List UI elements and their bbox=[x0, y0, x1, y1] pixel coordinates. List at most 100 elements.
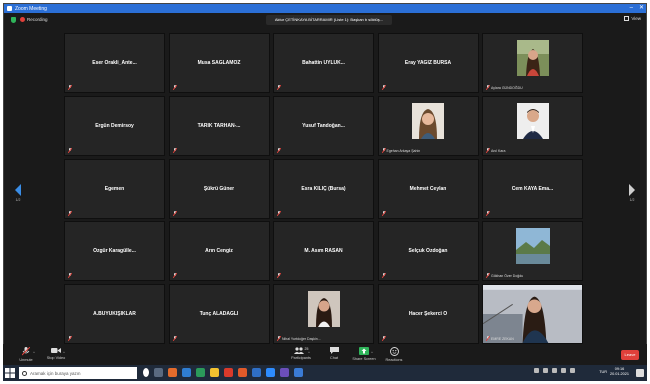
zoom-taskbar-icon[interactable] bbox=[266, 368, 275, 377]
chat-button[interactable]: Chat bbox=[319, 347, 349, 360]
participant-caption: Gökhan Özer Doğdu bbox=[491, 274, 524, 279]
chat-icon bbox=[329, 347, 339, 354]
participant-tile[interactable]: Cem KAYA Ema... bbox=[482, 158, 583, 219]
close-button[interactable]: ✕ bbox=[639, 4, 644, 13]
chevron-up-icon[interactable]: ^ bbox=[63, 350, 65, 355]
office-icon[interactable] bbox=[238, 368, 247, 377]
video-button[interactable]: Stop Video ^ bbox=[41, 347, 71, 360]
arrow-right-icon bbox=[629, 184, 635, 196]
participant-photo bbox=[307, 291, 340, 328]
participant-name: A.BÜYÜKIŞIKLAR bbox=[93, 311, 136, 318]
participant-caption: Egehan Arkaya Şahin bbox=[386, 148, 421, 153]
participant-tile[interactable]: A.BÜYÜKIŞIKLAR bbox=[64, 284, 165, 345]
leave-meeting-button[interactable]: Leave bbox=[621, 350, 639, 360]
input-language[interactable]: TUR bbox=[599, 370, 607, 374]
participant-tile[interactable]: TARIK TARHAN-... bbox=[168, 95, 270, 156]
participant-tile[interactable]: Anıl Kara bbox=[482, 95, 583, 156]
participant-tile[interactable]: Hacer Şekerci Ö bbox=[377, 284, 479, 345]
taskbar-search-input[interactable]: Aramak için buraya yazın bbox=[19, 367, 137, 379]
participant-tile[interactable]: Eser Orakli_Ante... bbox=[64, 33, 165, 93]
excel-icon[interactable] bbox=[196, 368, 205, 377]
participant-tile[interactable]: Tunç ALADAĞLI bbox=[168, 284, 270, 345]
onedrive-icon[interactable] bbox=[570, 368, 575, 373]
participant-tile[interactable]: Mehmet Ceylan bbox=[377, 158, 479, 219]
chevron-up-icon[interactable] bbox=[534, 368, 539, 373]
participant-name: Cem KAYA Ema... bbox=[511, 185, 554, 192]
participant-tile[interactable]: Şükrü Güner bbox=[168, 158, 270, 219]
shield-icon[interactable] bbox=[11, 17, 16, 23]
participant-name: Musa SAĞLAMÖZ bbox=[197, 60, 241, 66]
participant-name: Eser Orakli_Ante... bbox=[92, 60, 137, 66]
participant-caption: Nihal Yurtdoğer Daşkin... bbox=[282, 337, 321, 342]
chrome-icon[interactable] bbox=[224, 368, 233, 377]
file-explorer-icon[interactable] bbox=[210, 368, 219, 377]
participant-name: Yusuf Tandoğan... bbox=[302, 122, 345, 129]
previous-page-button[interactable]: 1/2 bbox=[12, 184, 24, 208]
window-title: Zoom Meeting bbox=[15, 5, 47, 12]
video-label: Stop Video bbox=[46, 356, 66, 360]
edge-icon[interactable] bbox=[182, 368, 191, 377]
teams-icon[interactable] bbox=[280, 368, 289, 377]
participant-tile[interactable]: Özgür Karagülle... bbox=[64, 221, 165, 282]
participant-caption: Anıl Kara bbox=[491, 148, 506, 153]
share-screen-icon bbox=[359, 347, 369, 355]
reactions-button[interactable]: Reactions bbox=[379, 347, 409, 362]
search-placeholder: Aramak için buraya yazın bbox=[30, 370, 81, 376]
participant-name: Şükrü Güner bbox=[203, 185, 235, 192]
network-icon[interactable] bbox=[543, 368, 548, 373]
share-screen-label: Share Screen bbox=[352, 357, 376, 361]
title-bar: Zoom Meeting – ✕ bbox=[4, 4, 646, 13]
participant-name: M. Asım RASAN bbox=[304, 248, 343, 255]
notification-center-icon[interactable] bbox=[636, 369, 644, 377]
participant-name: Özgür Karagülle... bbox=[93, 248, 136, 255]
participant-tile[interactable]: Aylara GÜNDOĞDU bbox=[482, 33, 583, 93]
participant-photo bbox=[483, 285, 582, 344]
system-tray bbox=[534, 368, 575, 373]
participant-tile[interactable]: Bahattin UYLUK... bbox=[273, 33, 374, 93]
firefox-icon[interactable] bbox=[168, 368, 177, 377]
participant-tile[interactable]: Egehan Arkaya Şahin bbox=[377, 95, 479, 156]
share-screen-button[interactable]: Share Screen ^ bbox=[349, 347, 379, 361]
windows-start-icon[interactable] bbox=[5, 368, 15, 378]
recording-label: Recording bbox=[27, 17, 48, 22]
participant-tile[interactable]: Gökhan Özer Doğdu bbox=[482, 221, 583, 282]
participant-tile[interactable]: Esra KILIÇ (Bursa) bbox=[273, 158, 374, 219]
chevron-up-icon[interactable]: ^ bbox=[33, 350, 35, 355]
participant-tile[interactable]: Eray YAĞIZ BURSA bbox=[377, 33, 479, 93]
video-camera-icon bbox=[51, 348, 61, 353]
taskbar-clock[interactable]: 09:16 20.01.2021 bbox=[610, 367, 629, 377]
unmute-label: Unmute bbox=[19, 358, 33, 362]
microphone-muted-icon bbox=[22, 347, 30, 356]
participant-name: Selçuk Özdoğan bbox=[408, 248, 448, 255]
windows-taskbar: Aramak için buraya yazın TUR 09:16 20.01… bbox=[3, 365, 647, 381]
next-page-button[interactable]: 1/2 bbox=[626, 184, 638, 208]
arrow-left-icon bbox=[15, 184, 21, 196]
battery-icon[interactable] bbox=[552, 368, 557, 373]
minimize-button[interactable]: – bbox=[630, 4, 633, 13]
participant-tile[interactable]: Nihal Yurtdoğer Daşkin... bbox=[273, 284, 374, 345]
chevron-up-icon[interactable]: ^ bbox=[308, 350, 310, 355]
view-button[interactable]: View bbox=[624, 16, 641, 21]
participant-tile[interactable]: Musa SAĞLAMÖZ bbox=[168, 33, 270, 93]
participant-tile[interactable]: M. Asım RASAN bbox=[273, 221, 374, 282]
participant-tile[interactable]: EMRE ZEKAN bbox=[482, 284, 583, 345]
gallery-view-icon bbox=[624, 16, 630, 21]
participant-tile[interactable]: Selçuk Özdoğan bbox=[377, 221, 479, 282]
participant-photo bbox=[515, 228, 550, 265]
chevron-up-icon[interactable]: ^ bbox=[371, 350, 373, 355]
recording-indicator[interactable]: Recording bbox=[20, 17, 48, 22]
cortana-icon[interactable] bbox=[143, 368, 149, 377]
participant-tile[interactable]: Egemen bbox=[64, 158, 165, 219]
participant-photo bbox=[516, 40, 549, 76]
participant-tile[interactable]: Ergün Demirsoy bbox=[64, 95, 165, 156]
task-view-icon[interactable] bbox=[154, 368, 163, 377]
participant-tile[interactable]: Arın Cengiz bbox=[168, 221, 270, 282]
outlook-icon[interactable] bbox=[294, 368, 303, 377]
pinned-apps bbox=[143, 368, 303, 377]
participant-tile[interactable]: Yusuf Tandoğan... bbox=[273, 95, 374, 156]
participants-button[interactable]: 25 Participants ^ bbox=[286, 347, 316, 360]
participant-photo bbox=[412, 102, 444, 139]
volume-icon[interactable] bbox=[561, 368, 566, 373]
unmute-button[interactable]: Unmute ^ bbox=[11, 347, 41, 362]
word-icon[interactable] bbox=[252, 368, 261, 377]
